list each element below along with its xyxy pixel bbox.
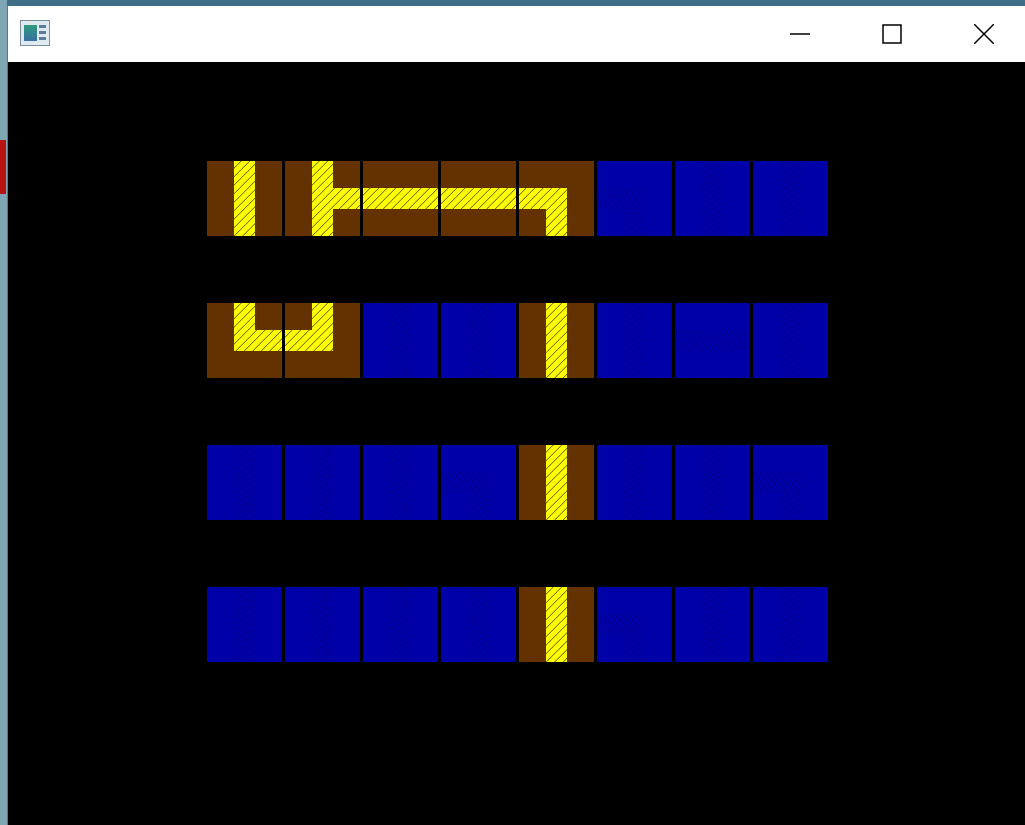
water-tile[interactable] bbox=[753, 303, 828, 378]
close-icon bbox=[974, 24, 994, 44]
pipe-tile-tee-right[interactable] bbox=[285, 161, 360, 236]
pipe-tile-corner-up-left[interactable] bbox=[285, 303, 360, 378]
app-icon[interactable] bbox=[20, 20, 50, 46]
water-tile[interactable] bbox=[441, 587, 516, 662]
background-window-sliver bbox=[0, 140, 6, 194]
water-tile[interactable] bbox=[597, 445, 672, 520]
desktop-background-edge bbox=[0, 0, 7, 825]
pipe-tile-vertical[interactable] bbox=[519, 303, 594, 378]
water-tile[interactable] bbox=[675, 587, 750, 662]
pipe-game-board bbox=[207, 161, 831, 666]
water-tile[interactable] bbox=[363, 445, 438, 520]
water-tile[interactable] bbox=[597, 587, 672, 662]
water-tile[interactable] bbox=[285, 445, 360, 520]
water-tile[interactable] bbox=[753, 161, 828, 236]
water-tile[interactable] bbox=[675, 161, 750, 236]
minimize-button[interactable] bbox=[777, 6, 823, 62]
water-tile[interactable] bbox=[207, 445, 282, 520]
pipe-tile-horizontal[interactable] bbox=[441, 161, 516, 236]
pipe-tile-corner-left-down[interactable] bbox=[519, 161, 594, 236]
close-button[interactable] bbox=[961, 6, 1007, 62]
game-window bbox=[7, 6, 1025, 825]
pipe-tile-corner-up-right[interactable] bbox=[207, 303, 282, 378]
water-tile[interactable] bbox=[363, 303, 438, 378]
minimize-icon bbox=[790, 33, 810, 35]
water-tile[interactable] bbox=[207, 587, 282, 662]
water-tile[interactable] bbox=[363, 587, 438, 662]
water-tile[interactable] bbox=[753, 587, 828, 662]
title-bar[interactable] bbox=[8, 6, 1025, 62]
water-tile[interactable] bbox=[675, 303, 750, 378]
water-tile[interactable] bbox=[597, 303, 672, 378]
water-tile[interactable] bbox=[753, 445, 828, 520]
pipe-tile-horizontal[interactable] bbox=[363, 161, 438, 236]
water-tile[interactable] bbox=[285, 587, 360, 662]
water-tile[interactable] bbox=[597, 161, 672, 236]
pipe-tile-vertical[interactable] bbox=[519, 587, 594, 662]
pipe-tile-vertical[interactable] bbox=[519, 445, 594, 520]
pipe-tile-vertical[interactable] bbox=[207, 161, 282, 236]
water-tile[interactable] bbox=[441, 303, 516, 378]
water-tile[interactable] bbox=[675, 445, 750, 520]
maximize-icon bbox=[882, 24, 902, 44]
maximize-button[interactable] bbox=[869, 6, 915, 62]
water-tile[interactable] bbox=[441, 445, 516, 520]
